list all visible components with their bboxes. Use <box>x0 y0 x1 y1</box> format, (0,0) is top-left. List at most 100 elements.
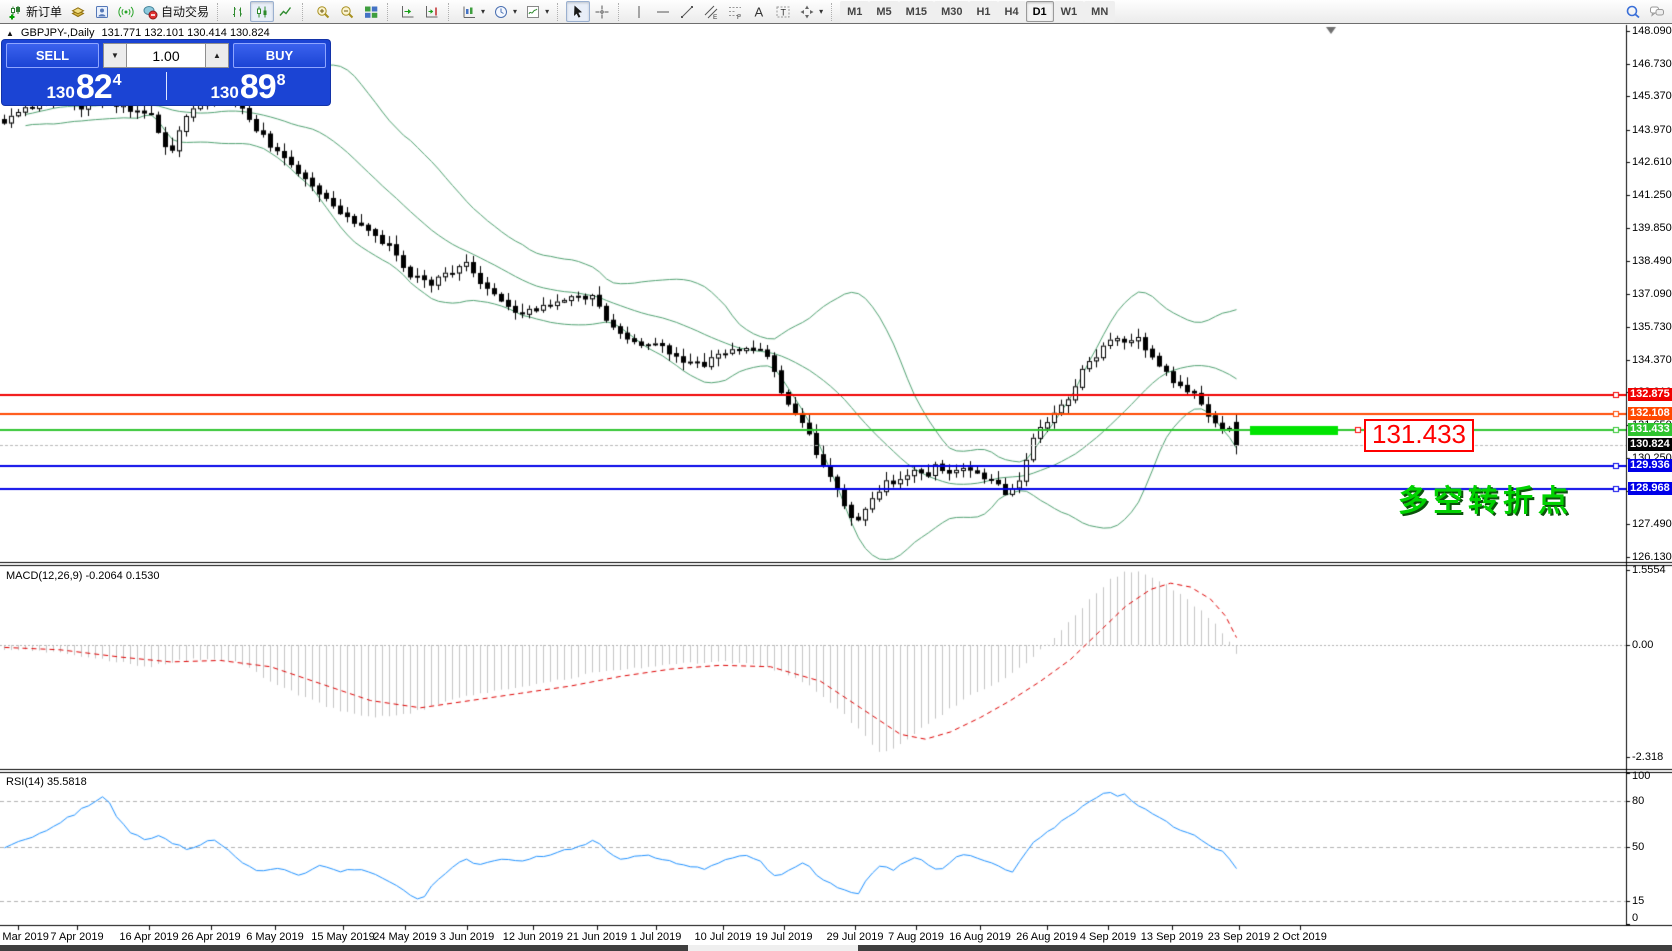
toolbar-separator <box>557 2 562 21</box>
dropdown-caret-icon: ▾ <box>481 7 486 16</box>
date-axis-label: 12 Jun 2019 <box>502 931 564 943</box>
arrows-icon <box>800 5 814 18</box>
tile-icon <box>365 6 378 18</box>
date-axis-label: 15 May 2019 <box>311 931 375 943</box>
timeframe-m30[interactable]: M30 <box>934 1 970 22</box>
price-axis-label: 138.490 <box>1632 255 1672 267</box>
price-axis-label: 135.730 <box>1632 321 1672 333</box>
date-axis-label: 26 Apr 2019 <box>181 931 241 943</box>
profile-icon <box>96 5 109 18</box>
price-annotation-box[interactable]: 131.433 <box>1364 419 1474 452</box>
autotrade-icon <box>143 5 158 19</box>
signals-button[interactable] <box>114 1 138 22</box>
labelT-icon: T <box>776 6 790 17</box>
volume-decrease-button[interactable]: ▼ <box>103 43 127 68</box>
toolbar-separator <box>618 2 623 21</box>
cursor-button[interactable] <box>566 1 591 22</box>
price-divider <box>166 72 167 100</box>
toolbar-separator <box>302 2 307 21</box>
symbol-timeframe-label: GBPJPY-,Daily <box>20 27 95 39</box>
buy-button[interactable]: BUY <box>233 43 326 68</box>
arrows-button[interactable]: ▾ <box>795 1 827 22</box>
template-icon <box>527 5 540 18</box>
price-axis-label: 139.850 <box>1632 222 1672 234</box>
chartshift-icon <box>426 5 438 17</box>
one-click-trade-panel: SELL ▼ ▲ BUY 130824 130898 <box>2 40 330 105</box>
timeframe-m1[interactable]: M1 <box>840 1 870 22</box>
indicators-button[interactable]: ▾ <box>521 1 553 22</box>
zoom-in-button[interactable] <box>311 1 335 22</box>
trendline-button[interactable] <box>675 1 699 22</box>
sell-button[interactable]: SELL <box>6 43 99 68</box>
date-axis-label: 10 Jul 2019 <box>694 931 752 943</box>
dropdown-caret-icon: ▾ <box>513 7 518 16</box>
timeframe-h1[interactable]: H1 <box>969 1 998 22</box>
svg-text:A: A <box>755 4 764 19</box>
line-chart-type-button[interactable] <box>274 1 298 22</box>
profile-button[interactable] <box>90 1 114 22</box>
macd-indicator-label: MACD(12,26,9) -0.2064 0.1530 <box>6 570 160 582</box>
chart-horizontal-scrollbar[interactable] <box>0 945 1672 951</box>
price-axis-label: 134.370 <box>1632 354 1672 366</box>
volume-increase-button[interactable]: ▲ <box>205 43 229 68</box>
profiles-button[interactable]: ▾ <box>489 1 521 22</box>
date-axis-label: 7 Aug 2019 <box>888 931 944 943</box>
new-order-button[interactable]: 新订单 <box>3 1 66 22</box>
text-button[interactable]: A <box>747 1 771 22</box>
hline-price-chip[interactable]: 128.968 <box>1628 482 1672 495</box>
hline-price-chip[interactable]: 132.875 <box>1628 388 1672 401</box>
linechart-icon <box>279 6 292 16</box>
hline-price-chip[interactable]: 132.108 <box>1628 407 1672 420</box>
timeframe-m15[interactable]: M15 <box>898 1 935 22</box>
autotrading-button-label: 自动交易 <box>161 5 210 19</box>
search-button[interactable] <box>1621 1 1645 22</box>
fibo-icon: F <box>729 6 742 20</box>
toolbar-separator <box>217 2 222 21</box>
horizontal-line-button[interactable] <box>651 1 675 22</box>
tile-windows-button[interactable] <box>359 1 383 22</box>
timeframe-w1[interactable]: W1 <box>1053 1 1085 22</box>
crosshair-icon <box>595 5 609 18</box>
bars-icon <box>233 6 243 17</box>
new-chart-button[interactable]: ▾ <box>457 1 489 22</box>
journal-button[interactable] <box>66 1 90 22</box>
hline-price-chip[interactable]: 131.433 <box>1628 423 1672 436</box>
buy-price-big: 89 <box>239 68 277 106</box>
collapse-panel-icon[interactable]: ▲ <box>6 29 14 38</box>
chartplus-icon <box>9 5 20 19</box>
zoom-out-button[interactable] <box>335 1 359 22</box>
clock-icon <box>495 5 508 18</box>
autotrading-button[interactable]: 自动交易 <box>138 1 213 22</box>
chat-button[interactable] <box>1645 1 1669 22</box>
price-axis-label: 143.970 <box>1632 124 1672 136</box>
crosshair-button[interactable] <box>590 1 614 22</box>
date-axis-label: 23 Sep 2019 <box>1207 931 1271 943</box>
equidistant-channel-button[interactable]: E <box>699 1 723 22</box>
price-axis-label: 126.130 <box>1632 551 1672 563</box>
timeframe-h4[interactable]: H4 <box>997 1 1026 22</box>
timeframe-d1[interactable]: D1 <box>1025 1 1054 22</box>
vertical-line-button[interactable] <box>627 1 651 22</box>
candles-icon <box>257 6 267 17</box>
date-axis-label: 3 Jun 2019 <box>439 931 495 943</box>
chinese-note-label[interactable]: 多空转折点 <box>1398 476 1573 520</box>
scrollbar-thumb[interactable] <box>688 945 858 951</box>
timeframe-m5[interactable]: M5 <box>869 1 899 22</box>
chart-title: ▲ GBPJPY-,Daily 131.771 132.101 130.414 … <box>6 27 270 39</box>
sell-price: 130 82 4 <box>2 69 166 104</box>
textA-icon: A <box>755 4 764 19</box>
timeframe-mn[interactable]: MN <box>1084 1 1116 22</box>
hline-price-chip[interactable]: 129.936 <box>1628 459 1672 472</box>
auto-scroll-button[interactable] <box>396 1 420 22</box>
autoscroll-icon <box>402 5 414 17</box>
bar-chart-type-button[interactable] <box>226 1 250 22</box>
sell-price-prefix: 130 <box>46 83 75 102</box>
svg-text:F: F <box>737 14 741 20</box>
rsi-axis-label: 100 <box>1632 770 1651 782</box>
toolbar-separator <box>387 2 392 21</box>
candlestick-chart-type-button[interactable] <box>250 1 275 22</box>
chart-shift-button[interactable] <box>420 1 444 22</box>
fibonacci-button[interactable]: F <box>723 1 747 22</box>
volume-input[interactable] <box>127 43 205 68</box>
text-label-button[interactable]: T <box>771 1 795 22</box>
